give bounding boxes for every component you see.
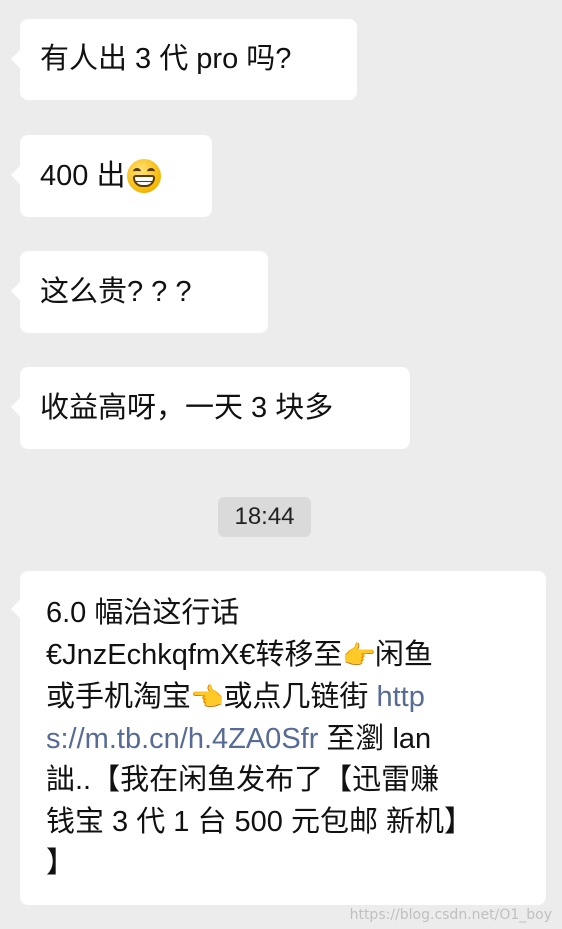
- message-bubble-2[interactable]: 400 出: [11, 135, 212, 217]
- grinning-face-icon: [127, 159, 162, 193]
- message-line: s://m.tb.cn/h.4ZA0Sfr 至瀏 lan: [46, 722, 432, 755]
- chat-window: 有人出 3 代 pro 吗? 400 出 这么贵? ? ? 收益高呀，一天 3 …: [0, 0, 562, 929]
- message-timestamp: 18:44: [218, 497, 311, 537]
- message-text: 有人出 3 代 pro 吗?: [40, 43, 292, 75]
- message-bubble-5[interactable]: 6.0 幅治这行话 €JnzEchkqfmX€转移至👉闲鱼 或手机淘宝👈或点几链…: [11, 571, 546, 905]
- message-line: 6.0 幅治这行话: [46, 597, 240, 629]
- message-text: 收益高呀，一天 3 块多: [40, 391, 334, 424]
- watermark: https://blog.csdn.net/O1_boy: [349, 907, 552, 923]
- message-line: 钱宝 3 代 1 台 500 元包邮 新机】: [46, 805, 474, 838]
- message-link[interactable]: http: [376, 681, 424, 713]
- message-line: €JnzEchkqfmX€转移至👉闲鱼: [46, 635, 524, 677]
- message-bubble-4[interactable]: 收益高呀，一天 3 块多: [11, 367, 410, 449]
- pointing-left-hand-icon: 👈: [190, 682, 225, 713]
- message-line: 詘..【我在闲鱼发布了【迅雷赚: [46, 764, 440, 797]
- message-text: 400 出: [40, 159, 126, 192]
- message-link[interactable]: s://m.tb.cn/h.4ZA0Sfr: [46, 723, 318, 755]
- message-line: 】: [46, 847, 76, 880]
- message-text: 这么贵? ? ?: [40, 275, 192, 308]
- pointing-right-hand-icon: 👉: [341, 640, 376, 671]
- message-line: 或手机淘宝👈或点几链街 http: [46, 677, 524, 719]
- message-bubble-1[interactable]: 有人出 3 代 pro 吗?: [11, 19, 357, 100]
- message-bubble-3[interactable]: 这么贵? ? ?: [11, 251, 268, 333]
